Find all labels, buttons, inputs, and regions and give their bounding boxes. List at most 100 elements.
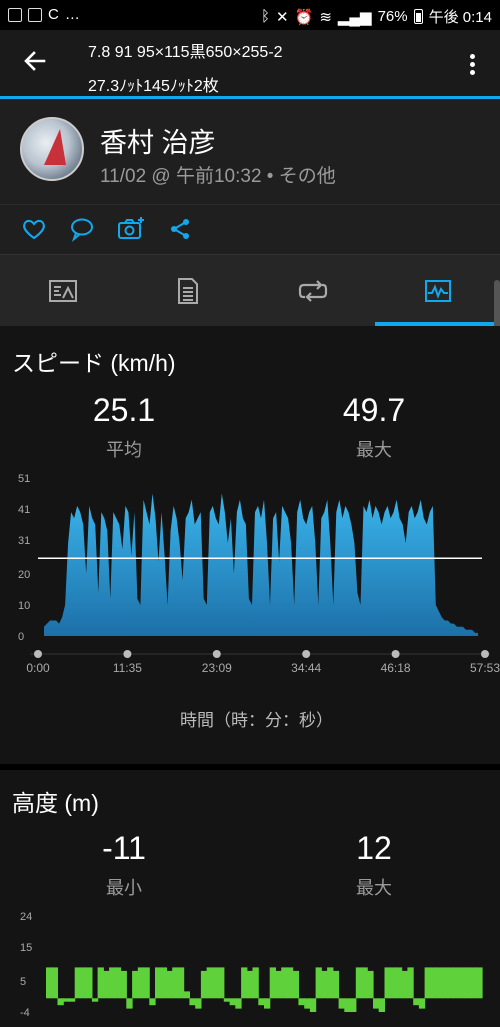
- altitude-bar: [350, 998, 357, 1012]
- altitude-bar: [189, 998, 196, 1006]
- altitude-bar: [281, 967, 288, 999]
- speed-y-tick: 31: [18, 535, 30, 547]
- share-icon: [171, 219, 189, 239]
- speed-x-tick-dot: [34, 650, 42, 658]
- speed-x-axis-label: 時間（時：分：秒）: [180, 711, 333, 730]
- altitude-bar: [407, 967, 414, 999]
- user-name: 香村 治彦: [100, 128, 216, 158]
- altitude-bar: [126, 998, 133, 1009]
- altitude-bar: [315, 967, 322, 999]
- altitude-bar: [160, 967, 167, 999]
- tab-laps[interactable]: [250, 255, 375, 327]
- altitude-y-tick: 24: [20, 911, 32, 923]
- altitude-bar: [46, 967, 53, 999]
- activity-title-line2: 27.3ﾉｯﾄ145ﾉｯﾄ2枚: [88, 78, 219, 95]
- add-photo-button[interactable]: [116, 215, 146, 245]
- altitude-bar: [195, 998, 202, 1009]
- altitude-bar: [143, 967, 150, 999]
- altitude-bar: [114, 967, 122, 999]
- back-button[interactable]: [22, 48, 48, 78]
- mute-icon: ✕: [276, 8, 289, 26]
- altitude-bar: [292, 970, 299, 999]
- charts-icon: [424, 280, 451, 302]
- speed-area: [44, 493, 478, 636]
- speed-y-tick: 10: [18, 600, 30, 612]
- altitude-bar: [212, 967, 219, 999]
- altitude-bar: [441, 967, 449, 999]
- altitude-bar: [91, 998, 99, 1002]
- altitude-bar: [269, 967, 276, 999]
- altitude-bar: [149, 998, 156, 1006]
- altitude-bar: [172, 967, 179, 999]
- altitude-max-label: 最大: [356, 878, 392, 898]
- altitude-chart: 24 15 5 -4: [20, 911, 483, 1019]
- altitude-bar: [344, 998, 351, 1012]
- status-right-icons: ᛒ ✕ ⏰ ≋ ▂▄▆ 76% 午後 0:14: [261, 6, 492, 27]
- altitude-bar: [246, 970, 254, 999]
- altitude-bar: [264, 998, 271, 1009]
- altitude-bar: [74, 967, 81, 999]
- avatar[interactable]: [20, 117, 84, 181]
- battery-percent: 76%: [377, 8, 408, 25]
- altitude-bar: [464, 967, 472, 999]
- profile-section: 香村 治彦 11/02 @ 午前10:32 • その他: [0, 99, 500, 204]
- camera-plus-icon: [118, 217, 144, 239]
- altitude-bar: [80, 967, 87, 999]
- altitude-bar: [384, 967, 391, 999]
- altitude-bar: [103, 970, 110, 999]
- activity-meta: 11/02 @ 午前10:32 • その他: [100, 166, 336, 187]
- share-button[interactable]: [166, 215, 196, 245]
- battery-icon: [413, 9, 423, 24]
- altitude-bar: [373, 998, 380, 1009]
- speed-x-tick: 34:44: [291, 661, 321, 675]
- alarm-icon: ⏰: [294, 8, 314, 26]
- speed-avg-value: 25.1: [92, 392, 156, 428]
- altitude-y-tick: -4: [20, 1007, 30, 1019]
- speed-x-tick: 23:09: [202, 661, 232, 675]
- altitude-bar: [252, 967, 259, 999]
- like-button[interactable]: [20, 215, 50, 245]
- altitude-bar: [470, 967, 477, 999]
- altitude-bar: [355, 967, 363, 999]
- altitude-bar: [447, 967, 454, 999]
- altitude-bar: [338, 998, 345, 1009]
- altitude-bar: [63, 998, 70, 1002]
- speed-x-tick-dot: [123, 650, 132, 658]
- speed-x-tick: 11:35: [113, 661, 142, 675]
- laps-icon: [298, 280, 327, 302]
- altitude-bar: [235, 998, 242, 1009]
- speed-avg-label: 平均: [106, 440, 142, 460]
- news-icon: [28, 7, 42, 22]
- altitude-bar: [258, 998, 265, 1006]
- back-arrow-icon: [24, 51, 46, 71]
- altitude-bar: [453, 967, 460, 999]
- altitude-bar: [183, 991, 190, 999]
- altitude-bar: [309, 998, 317, 1012]
- tab-bar: [0, 254, 500, 326]
- altitude-bar: [286, 967, 294, 999]
- overflow-menu-button[interactable]: [462, 50, 482, 80]
- altitude-y-tick: 15: [20, 942, 32, 954]
- action-row: [0, 204, 500, 254]
- altitude-bar: [137, 967, 145, 999]
- altitude-bar: [177, 967, 185, 999]
- heart-icon: [23, 219, 45, 240]
- altitude-bar: [436, 967, 443, 999]
- altitude-bar: [459, 967, 466, 999]
- wifi-icon: ≋: [319, 8, 332, 26]
- altitude-min-label: 最小: [106, 878, 142, 898]
- altitude-bar: [321, 970, 328, 999]
- tab-overview[interactable]: [0, 255, 125, 327]
- speed-title: スピード (km/h): [12, 350, 176, 376]
- comment-button[interactable]: [68, 215, 98, 245]
- speed-y-tick: 51: [18, 473, 30, 485]
- altitude-card: 高度 (m) -11 最小 12 最大 24 15 5 -4: [0, 770, 500, 1027]
- clock: 午後 0:14: [428, 9, 492, 26]
- altitude-bar: [86, 967, 93, 999]
- tab-details[interactable]: [125, 255, 250, 327]
- altitude-bar: [378, 998, 385, 1012]
- sync-icon: C: [48, 6, 59, 23]
- app-bar: 7.8 91 95×115黒650×255-2 27.3ﾉｯﾄ145ﾉｯﾄ2枚: [0, 30, 500, 98]
- tab-charts[interactable]: [375, 255, 500, 327]
- altitude-bar: [218, 967, 225, 999]
